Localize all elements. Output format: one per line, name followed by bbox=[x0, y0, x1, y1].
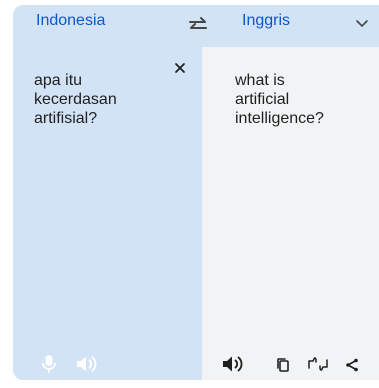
target-language-button[interactable]: Inggris bbox=[242, 12, 290, 30]
swap-languages-icon[interactable] bbox=[187, 15, 209, 35]
copy-icon[interactable] bbox=[276, 357, 290, 373]
rate-translation-icon[interactable] bbox=[307, 356, 329, 372]
translate-panel: Indonesia Inggris apa itu kecerdasan art… bbox=[13, 5, 379, 380]
language-bar: Indonesia Inggris bbox=[13, 5, 379, 47]
close-icon[interactable] bbox=[173, 61, 187, 75]
translation-area: what is artificial intelligence? bbox=[202, 47, 379, 380]
speaker-icon[interactable] bbox=[222, 355, 246, 373]
source-text[interactable]: apa itu kecerdasan artifisial? bbox=[34, 71, 174, 128]
source-text-area[interactable]: apa itu kecerdasan artifisial? bbox=[13, 47, 202, 380]
chevron-down-icon[interactable] bbox=[355, 17, 369, 31]
share-icon[interactable] bbox=[345, 358, 359, 372]
translation-text: what is artificial intelligence? bbox=[235, 72, 324, 127]
speaker-icon[interactable] bbox=[76, 355, 100, 373]
microphone-icon[interactable] bbox=[42, 354, 56, 374]
source-language-button[interactable]: Indonesia bbox=[36, 12, 105, 30]
